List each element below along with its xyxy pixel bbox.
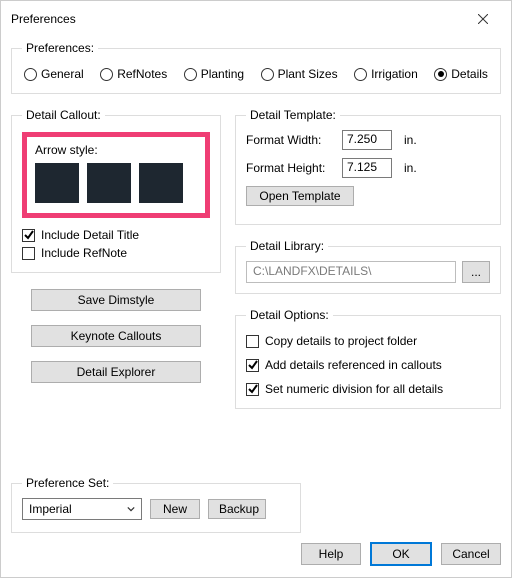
format-height-input[interactable]: 7.125 xyxy=(342,158,392,178)
radio-label: Plant Sizes xyxy=(278,67,338,81)
format-width-input[interactable]: 7.250 xyxy=(342,130,392,150)
titlebar: Preferences xyxy=(1,1,511,37)
preference-set-value: Imperial xyxy=(29,502,72,516)
arrow-style-option-3[interactable] xyxy=(139,163,183,203)
arrow-style-highlight: Arrow style: xyxy=(22,132,210,218)
preference-set-combo[interactable]: Imperial xyxy=(22,498,142,520)
detail-callout-legend: Detail Callout: xyxy=(22,108,105,122)
close-button[interactable] xyxy=(465,7,501,31)
numeric-division-checkbox[interactable] xyxy=(246,383,259,396)
ok-button[interactable]: OK xyxy=(371,543,431,565)
chevron-down-icon xyxy=(125,505,137,513)
preference-set-group: Preference Set: Imperial New Backup xyxy=(11,476,301,533)
keynote-callouts-button[interactable]: Keynote Callouts xyxy=(31,325,201,347)
dialog-footer-buttons: Help OK Cancel xyxy=(301,543,501,565)
radio-label: Planting xyxy=(201,67,244,81)
arrow-style-option-2[interactable] xyxy=(87,163,131,203)
new-prefset-button[interactable]: New xyxy=(150,499,200,519)
radio-irrigation[interactable]: Irrigation xyxy=(354,67,418,81)
include-refnote-checkbox[interactable] xyxy=(22,247,35,260)
arrow-style-option-1[interactable] xyxy=(35,163,79,203)
cancel-button[interactable]: Cancel xyxy=(441,543,501,565)
preferences-legend: Preferences: xyxy=(22,41,98,55)
detail-template-legend: Detail Template: xyxy=(246,108,340,122)
include-title-checkbox[interactable] xyxy=(22,229,35,242)
radio-label: Irrigation xyxy=(371,67,418,81)
radio-planting[interactable]: Planting xyxy=(184,67,244,81)
detail-options-group: Detail Options: Copy details to project … xyxy=(235,308,501,409)
add-ref-checkbox[interactable] xyxy=(246,359,259,372)
radio-label: General xyxy=(41,67,84,81)
open-template-button[interactable]: Open Template xyxy=(246,186,354,206)
library-path-input[interactable]: C:\LANDFX\DETAILS\ xyxy=(246,261,456,283)
add-ref-label: Add details referenced in callouts xyxy=(265,358,442,372)
preference-set-legend: Preference Set: xyxy=(22,476,113,490)
radio-general[interactable]: General xyxy=(24,67,84,81)
detail-options-legend: Detail Options: xyxy=(246,308,333,322)
arrow-style-label: Arrow style: xyxy=(35,143,197,157)
radio-details[interactable]: Details xyxy=(434,67,488,81)
backup-prefset-button[interactable]: Backup xyxy=(208,499,266,519)
numeric-division-label: Set numeric division for all details xyxy=(265,382,443,396)
copy-details-label: Copy details to project folder xyxy=(265,334,417,348)
preferences-window: Preferences Preferences: General RefNote… xyxy=(0,0,512,578)
detail-callout-group: Detail Callout: Arrow style: Include Det… xyxy=(11,108,221,273)
arrow-style-swatches xyxy=(35,163,197,203)
save-dimstyle-button[interactable]: Save Dimstyle xyxy=(31,289,201,311)
include-title-label: Include Detail Title xyxy=(41,228,139,242)
detail-explorer-button[interactable]: Detail Explorer xyxy=(31,361,201,383)
help-button[interactable]: Help xyxy=(301,543,361,565)
browse-library-button[interactable]: ... xyxy=(462,261,490,283)
window-title: Preferences xyxy=(11,12,76,26)
radio-label: RefNotes xyxy=(117,67,167,81)
section-radios: General RefNotes Planting Plant Sizes Ir… xyxy=(22,63,490,83)
radio-label: Details xyxy=(451,67,488,81)
copy-details-checkbox[interactable] xyxy=(246,335,259,348)
height-unit: in. xyxy=(404,161,417,175)
preferences-section: Preferences: General RefNotes Planting P… xyxy=(11,41,501,94)
width-unit: in. xyxy=(404,133,417,147)
radio-refnotes[interactable]: RefNotes xyxy=(100,67,167,81)
format-height-label: Format Height: xyxy=(246,161,334,175)
include-refnote-label: Include RefNote xyxy=(41,246,127,260)
detail-library-group: Detail Library: C:\LANDFX\DETAILS\ ... xyxy=(235,239,501,294)
detail-template-group: Detail Template: Format Width: 7.250 in.… xyxy=(235,108,501,225)
detail-library-legend: Detail Library: xyxy=(246,239,328,253)
radio-plant-sizes[interactable]: Plant Sizes xyxy=(261,67,338,81)
close-icon xyxy=(478,14,488,24)
dialog-body: Preferences: General RefNotes Planting P… xyxy=(1,37,511,577)
format-width-label: Format Width: xyxy=(246,133,334,147)
ellipsis-icon: ... xyxy=(471,265,481,279)
